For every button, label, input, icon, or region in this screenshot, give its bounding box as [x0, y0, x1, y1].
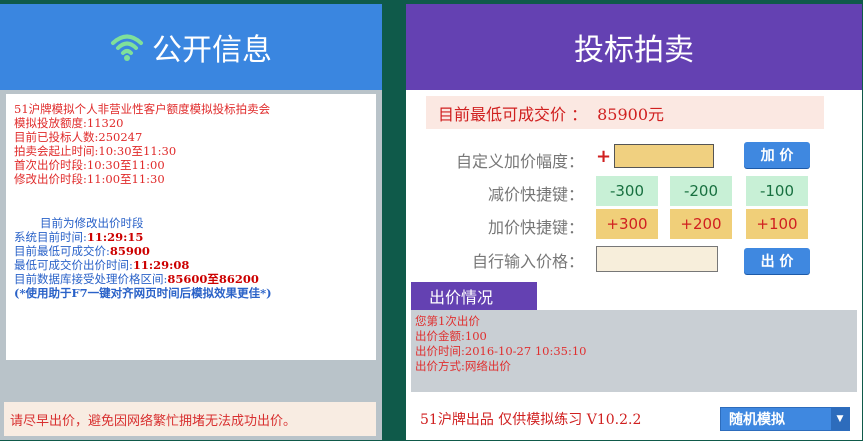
info-lowest-price-value: 85900 — [109, 244, 150, 258]
info-lowest-price-time-row: 最低可成交价出价时间:11:29:08 — [14, 258, 189, 272]
bidding-title: 投标拍卖 — [574, 33, 694, 68]
info-system-time-label: 系统目前时间: — [14, 230, 87, 244]
info-modify-bid-period: 修改出价时段:11:00至11:30 — [14, 172, 165, 186]
min-price-label: 目前最低可成交价 ： — [438, 104, 588, 124]
info-current-period: 目前为修改出价时段 — [40, 216, 144, 230]
custom-increase-label: 自定义加价幅度： — [455, 152, 584, 171]
bid-button[interactable]: 出 价 — [744, 248, 810, 274]
increase-300-button[interactable]: +300 — [596, 209, 658, 239]
increase-shortcut-label: 加价快捷键： — [487, 218, 584, 237]
info-bidder-count: 目前已投标人数:250247 — [14, 130, 143, 144]
bid-status-tab[interactable]: 出价情况 — [411, 282, 537, 310]
info-price-range-label: 目前数据库接受处理价格区间: — [14, 272, 168, 286]
bid-status-panel: 您第1次出价 出价金额:100 出价时间:2016-10-27 10:35:10… — [411, 310, 857, 392]
decrease-300-button[interactable]: -300 — [596, 176, 658, 206]
public-info-header: 公开信息 — [0, 4, 382, 90]
info-system-time-row: 系统目前时间:11:29:15 — [14, 230, 143, 244]
info-lowest-price-label: 目前最低可成交价: — [14, 244, 110, 258]
info-lowest-price-row: 目前最低可成交价:85900 — [14, 244, 150, 258]
info-auction-name: 51沪牌模拟个人非营业性客户额度模拟投标拍卖会 — [14, 102, 271, 116]
info-lowest-price-time-value: 11:29:08 — [132, 258, 190, 272]
decrease-100-button[interactable]: -100 — [746, 176, 808, 206]
decrease-200-button[interactable]: -200 — [670, 176, 732, 206]
left-footer-notice: 请尽早出价，避免因网络繁忙拥堵无法成功出价。 — [4, 402, 376, 436]
public-info-panel: 公开信息 51沪牌模拟个人非营业性客户额度模拟投标拍卖会 模拟投放额度:1132… — [0, 4, 382, 440]
bid-amount-line: 出价金额:100 — [415, 329, 487, 343]
increase-200-button[interactable]: +200 — [670, 209, 732, 239]
custom-increase-input[interactable] — [614, 144, 714, 168]
footer-version-text: 51沪牌出品 仅供模拟练习 V10.2.2 — [420, 412, 642, 428]
bid-count-line: 您第1次出价 — [415, 314, 480, 328]
public-info-content: 51沪牌模拟个人非营业性客户额度模拟投标拍卖会 模拟投放额度:11320 目前已… — [6, 94, 376, 360]
self-input-label: 自行输入价格： — [471, 252, 584, 271]
increase-100-button[interactable]: +100 — [746, 209, 808, 239]
right-footer: 51沪牌出品 仅供模拟练习 V10.2.2 随机模拟 ▼ — [406, 395, 862, 440]
info-auction-time: 拍卖会起止时间:10:30至11:30 — [14, 144, 177, 158]
add-price-button[interactable]: 加 价 — [744, 142, 810, 168]
public-info-title: 公开信息 — [152, 33, 272, 68]
plus-sign: + — [596, 146, 612, 167]
min-price-value: 85900元 — [597, 104, 664, 124]
decrease-shortcut-label: 减价快捷键： — [487, 185, 584, 204]
info-lowest-price-time-label: 最低可成交价出价时间: — [14, 258, 133, 272]
info-price-range-row: 目前数据库接受处理价格区间:85600至86200 — [14, 272, 259, 286]
chevron-down-icon[interactable]: ▼ — [831, 408, 849, 430]
min-price-banner: 目前最低可成交价 ： 85900元 — [426, 96, 824, 129]
bidding-body: 目前最低可成交价 ： 85900元 自定义加价幅度： + 加 价 减价快捷键： … — [406, 90, 862, 440]
wifi-icon — [111, 34, 143, 61]
mode-select[interactable]: 随机模拟 ▼ — [720, 407, 850, 431]
bid-method-line: 出价方式:网络出价 — [415, 359, 511, 373]
info-first-bid-period: 首次出价时段:10:30至11:00 — [14, 158, 165, 172]
bid-time-line: 出价时间:2016-10-27 10:35:10 — [415, 344, 587, 358]
self-price-input[interactable] — [596, 246, 718, 272]
bidding-header: 投标拍卖 — [406, 4, 862, 90]
bidding-panel: 投标拍卖 目前最低可成交价 ： 85900元 自定义加价幅度： + 加 价 减价… — [406, 4, 862, 440]
mode-select-value: 随机模拟 — [729, 412, 785, 428]
info-price-range-value: 85600至86200 — [167, 272, 259, 286]
info-quota: 模拟投放额度:11320 — [14, 116, 124, 130]
info-system-time-value: 11:29:15 — [86, 230, 144, 244]
info-f7-tip: (*使用助于F7一键对齐网页时间后模拟效果更佳*) — [14, 286, 272, 300]
